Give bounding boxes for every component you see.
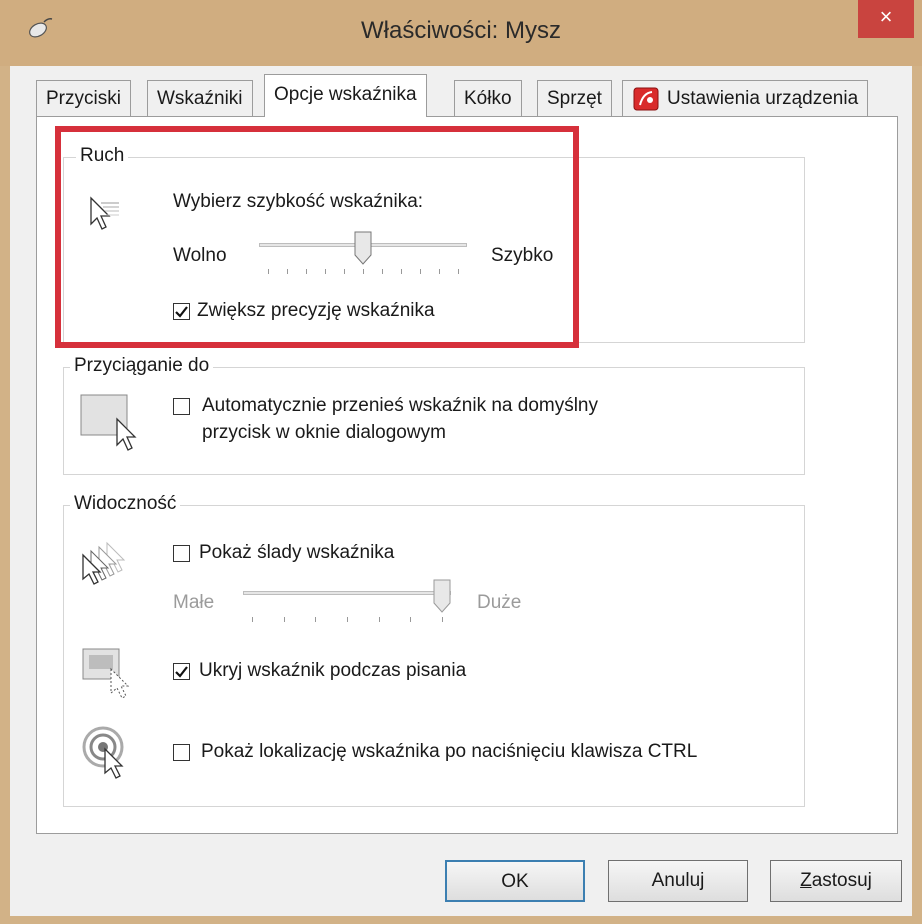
trails-slider-track[interactable] (243, 591, 451, 595)
snap-to-checkbox[interactable] (173, 398, 190, 415)
show-location-ctrl-checkbox[interactable] (173, 744, 190, 761)
slider-tick (378, 617, 380, 622)
slider-tick (283, 617, 285, 622)
tab-sprzet[interactable]: Sprzęt (537, 80, 612, 116)
snap-to-group (63, 367, 805, 475)
device-settings-icon (633, 87, 659, 111)
tab-kolko[interactable]: Kółko (454, 80, 522, 116)
snap-to-label-line2[interactable]: przycisk w oknie dialogowym (202, 422, 446, 444)
trails-long-label: Duże (477, 592, 522, 613)
cancel-button[interactable]: Anuluj (608, 860, 748, 902)
hide-while-typing-checkbox[interactable] (173, 663, 190, 680)
apply-button[interactable]: Zastosuj (770, 860, 902, 902)
slider-tick (410, 617, 412, 622)
pointer-trails-checkbox[interactable] (173, 545, 190, 562)
trails-slider-thumb[interactable] (433, 579, 451, 613)
tab-wskazniki[interactable]: Wskaźniki (147, 80, 253, 116)
window-title: Właściwości: Mysz (360, 17, 561, 44)
snap-to-group-label: Przyciąganie do (70, 355, 214, 377)
slider-tick (315, 617, 317, 622)
tab-label: Ustawienia urządzenia (667, 88, 859, 109)
snap-to-button-icon (80, 394, 137, 451)
visibility-group-label: Widoczność (70, 493, 181, 515)
title-bar: Właściwości: Mysz × (0, 0, 922, 66)
close-icon[interactable]: × (880, 4, 893, 29)
mouse-properties-dialog: Właściwości: Mysz × Przyciski Wskaźniki … (0, 0, 922, 924)
tab-ustawienia-urzadzenia[interactable]: Ustawienia urządzenia (622, 80, 869, 116)
trails-short-label: Małe (173, 592, 215, 613)
check-icon (175, 666, 188, 678)
tab-opcje-wskaznika[interactable]: Opcje wskaźnika (264, 74, 427, 117)
slider-tick (442, 617, 443, 622)
show-location-ctrl-icon (82, 726, 124, 779)
pointer-trails-icon (82, 541, 126, 585)
pointer-trails-label[interactable]: Pokaż ślady wskaźnika (199, 542, 394, 564)
motion-highlight-frame (55, 126, 579, 348)
apply-accelerator: Z (800, 870, 812, 891)
close-button[interactable]: × (858, 0, 914, 38)
slider-tick (347, 617, 348, 622)
tab-przyciski[interactable]: Przyciski (36, 80, 131, 116)
hide-while-typing-icon (82, 648, 130, 699)
apply-label-rest: astosuj (811, 870, 872, 891)
hide-while-typing-label[interactable]: Ukryj wskaźnik podczas pisania (199, 660, 466, 682)
snap-to-label-line1[interactable]: Automatycznie przenieś wskaźnik na domyś… (202, 395, 598, 417)
show-location-ctrl-label[interactable]: Pokaż lokalizację wskaźnika po naciśnięc… (201, 741, 697, 763)
slider-tick (252, 617, 253, 622)
ok-button[interactable]: OK (445, 860, 585, 902)
